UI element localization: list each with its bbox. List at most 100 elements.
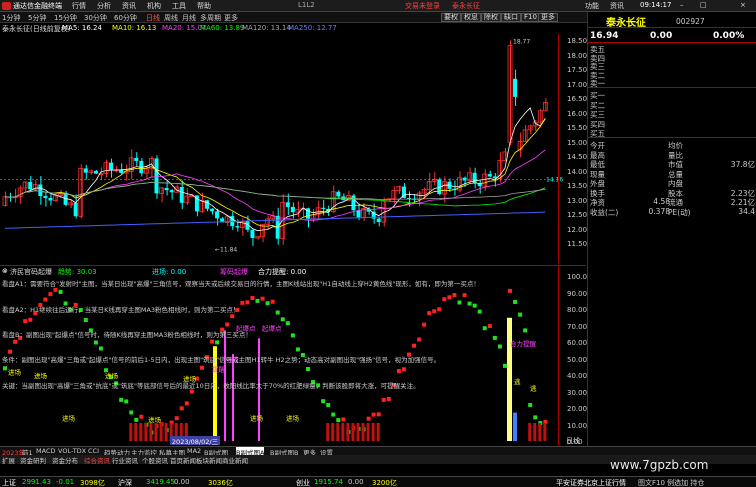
signal-label: 进场 [34, 371, 48, 380]
candlestick-chart[interactable]: 18.77←11.8414.16 [0, 34, 586, 264]
oscillator-mark [477, 309, 482, 314]
btn-chuquan[interactable]: 除权 [481, 13, 501, 22]
period-1min[interactable]: 1分钟 [2, 13, 20, 23]
indicator-entry: 进场: 0.00 [152, 268, 187, 276]
menu-fenxi[interactable]: 分析 [97, 1, 111, 11]
bottom-bar [351, 423, 355, 441]
menu-bangzhu[interactable]: 帮助 [197, 1, 211, 11]
price-tick: 11.50 [567, 240, 588, 248]
price-tick: 15.50 [567, 124, 588, 132]
period-60min[interactable]: 60分钟 [114, 13, 137, 23]
tab-macd[interactable]: MACD [36, 447, 55, 455]
tab-general-news[interactable]: 综合资讯 [84, 455, 110, 465]
stat-row: 外盘 内盘 [590, 179, 683, 188]
period-more[interactable]: 更多 [224, 13, 238, 23]
tab-stock-news[interactable]: 个股资讯 [142, 455, 168, 465]
oscillator-mark [3, 366, 7, 371]
ma60-label: MA60: 13.89 [200, 24, 245, 32]
bottom-bar [376, 423, 380, 441]
tab-cci[interactable]: CCI [88, 447, 99, 455]
minimize-icon[interactable]: – [680, 1, 684, 9]
oscillator-mark [432, 309, 437, 314]
tab-ma2[interactable]: MA2 [187, 447, 201, 455]
bottom-bar [341, 423, 345, 441]
tab-vol[interactable]: VOL-TDX [58, 447, 86, 455]
oscillator-mark [396, 368, 401, 373]
indicator-tick: 40.00 [567, 372, 588, 380]
stock-name: 泰永长征 [606, 18, 646, 29]
stock-name-menu[interactable]: 泰永长征 [452, 1, 480, 11]
menu-gongneng[interactable]: 功能 [585, 1, 599, 11]
btn-more[interactable]: 更多 [538, 13, 558, 22]
maximize-icon[interactable]: □ [700, 1, 707, 9]
oscillator-mark [270, 299, 275, 304]
period-5min[interactable]: 5分钟 [28, 13, 46, 23]
candle-body [154, 158, 159, 194]
tab-fund-dist[interactable]: 资金分布 [52, 455, 78, 465]
price-tick: 12.50 [567, 211, 588, 219]
btn-yaoquan[interactable]: 要权 [441, 13, 461, 22]
tab-industry-news[interactable]: 行业资讯 [112, 455, 138, 465]
bottom-bar [533, 423, 537, 441]
indicator-tick: 60.00 [567, 339, 588, 347]
oscillator-mark [497, 344, 502, 349]
ma120-label: MA120: 13.14 [242, 24, 291, 32]
oscillator-mark [260, 296, 265, 301]
stat-row: 今开 均价 [590, 141, 683, 150]
period-multi[interactable]: 多周期 [200, 13, 221, 23]
tab-business-news[interactable]: 商业新闻 [222, 455, 248, 465]
signal-label: 起爆点 [262, 323, 282, 332]
candle-body [472, 172, 477, 184]
period-30min[interactable]: 30分钟 [84, 13, 107, 23]
ticker-item: 沪深 [118, 479, 132, 487]
candle-body [462, 177, 467, 181]
oscillator-mark [43, 297, 48, 302]
clock: 09:14:17 [640, 1, 672, 9]
buy-level: 买三 [590, 110, 605, 119]
btn-quanxi[interactable]: 权息 [461, 13, 481, 22]
menu-hangqing[interactable]: 行情 [72, 1, 86, 11]
candle-body [235, 226, 240, 228]
period-monthly[interactable]: 月线 [182, 13, 196, 23]
bottom-bar [528, 423, 532, 441]
candle-body [119, 169, 124, 173]
price-tick: 12.00 [567, 225, 588, 234]
indicator-tick: 10.00 [567, 421, 588, 430]
menu-jigou[interactable]: 机构 [147, 1, 161, 11]
trade-login-status[interactable]: 交易未登录 [405, 1, 440, 11]
btn-quekou[interactable]: 缺口 [501, 13, 521, 22]
tab-home-news[interactable]: 首页新闻 [170, 455, 196, 465]
indicator-close-icon[interactable]: ⊗ [2, 267, 8, 275]
menu-zixun[interactable]: 资讯 [122, 1, 136, 11]
ticker-item: 3419.45 [146, 478, 175, 486]
ticker-item: 0.00 [174, 478, 190, 486]
bottom-bar [371, 423, 375, 441]
tab-fund-analysis[interactable]: 资金研判 [20, 455, 46, 465]
menu-zixun-right[interactable]: 资讯 [610, 1, 624, 11]
candle-body [356, 210, 361, 218]
oscillator-mark [290, 333, 295, 338]
tab-extend[interactable]: 扩展 [2, 455, 15, 465]
period-weekly[interactable]: 周线 [164, 13, 178, 23]
indicator-chip: 筹码起爆 [220, 268, 248, 276]
close-icon[interactable]: × [740, 1, 746, 9]
bottom-bar [361, 423, 365, 441]
signal-label: 逃 [530, 383, 537, 392]
period-15min[interactable]: 15分钟 [54, 13, 77, 23]
oscillator-mark [437, 307, 442, 312]
oscillator-mark [134, 417, 139, 422]
sell-level: 卖一 [590, 79, 605, 88]
ticker-item: 3036亿 [208, 479, 233, 487]
pane-separator [0, 265, 586, 266]
ticker-right[interactable]: 图文F10 例选加 持仓 [638, 478, 704, 487]
chart-title-bar: 泰永长征(日线前复权) MA5: 16.24 MA10: 16.13 MA20:… [0, 23, 586, 34]
oscillator-mark [285, 321, 290, 326]
ticker-item: 上证 [2, 479, 16, 487]
tab-sector-news[interactable]: 板块新闻 [196, 455, 222, 465]
period-daily[interactable]: 日线 [146, 13, 160, 23]
oscillator-mark [467, 301, 472, 306]
menu-gongju[interactable]: 工具 [172, 1, 186, 11]
indicator-tick: 20.00 [567, 405, 588, 413]
oscillator-mark [215, 340, 220, 345]
last-price: 16.94 [590, 31, 619, 41]
